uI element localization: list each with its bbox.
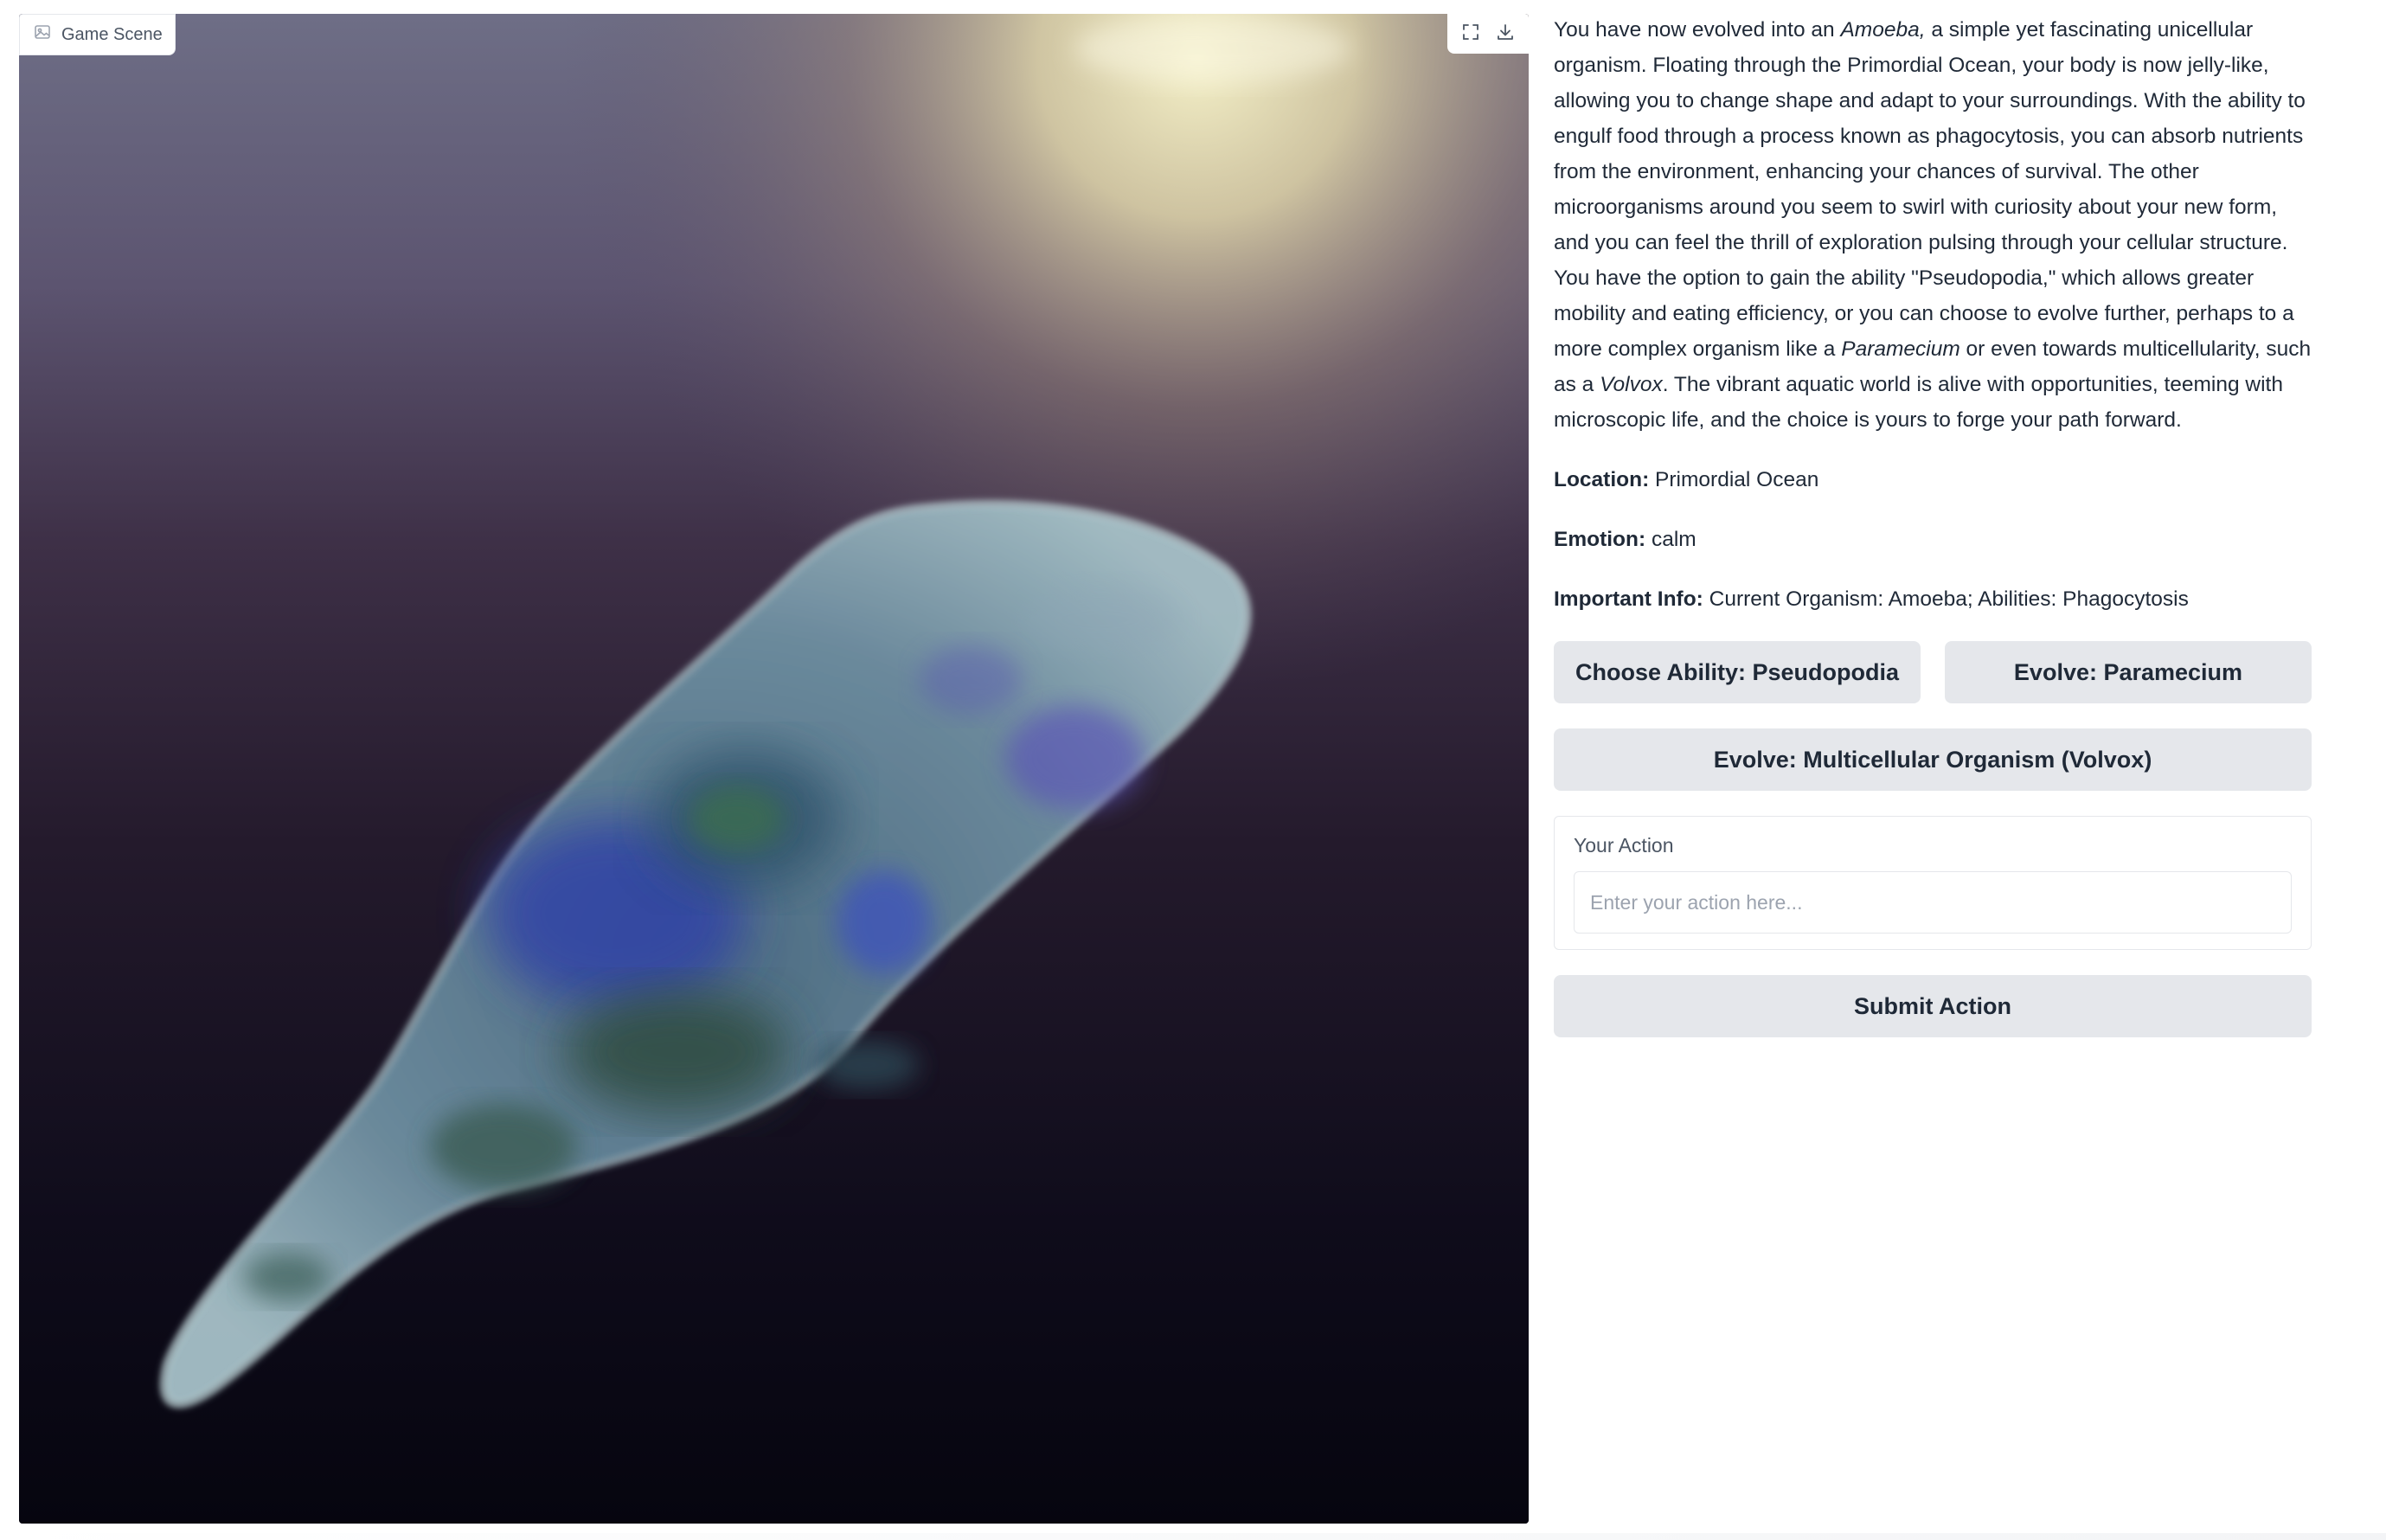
story-segment: You have now evolved into an — [1554, 18, 1841, 42]
important-info-label: Important Info: — [1554, 587, 1703, 611]
image-label-text: Game Scene — [61, 24, 163, 44]
evolve-paramecium-button[interactable]: Evolve: Paramecium — [1945, 641, 2312, 703]
bottom-strip — [0, 1533, 2386, 1540]
game-scene-panel: Game Scene — [19, 14, 1529, 1524]
story-panel: You have now evolved into an Amoeba, a s… — [1554, 12, 2312, 1037]
app-page: Game Scene You have now evolved into an … — [0, 0, 2386, 1540]
evolve-volvox-button[interactable]: Evolve: Multicellular Organism (Volvox) — [1554, 728, 2312, 791]
image-toolbar — [1447, 14, 1529, 54]
story-text: You have now evolved into an Amoeba, a s… — [1554, 12, 2312, 438]
image-icon — [34, 23, 51, 46]
image-label: Game Scene — [19, 14, 176, 55]
important-info-line: Important Info: Current Organism: Amoeba… — [1554, 581, 2312, 617]
emotion-value: calm — [1645, 528, 1696, 551]
choose-pseudopodia-button[interactable]: Choose Ability: Pseudopodia — [1554, 641, 1921, 703]
location-value: Primordial Ocean — [1649, 468, 1819, 491]
fullscreen-button[interactable] — [1454, 17, 1487, 50]
important-info-value: Current Organism: Amoeba; Abilities: Pha… — [1703, 587, 2189, 611]
download-icon — [1495, 22, 1516, 47]
action-form: Your Action — [1554, 816, 2312, 950]
emotion-label: Emotion: — [1554, 528, 1646, 551]
download-button[interactable] — [1489, 17, 1522, 50]
submit-action-button[interactable]: Submit Action — [1554, 975, 2312, 1037]
story-emphasis-amoeba: Amoeba, — [1840, 18, 1926, 42]
fullscreen-icon — [1460, 22, 1481, 47]
location-label: Location: — [1554, 468, 1650, 491]
game-scene-image — [19, 14, 1529, 1524]
story-segment: a simple yet fascinating unicellular org… — [1554, 18, 2306, 361]
story-segment: . The vibrant aquatic world is alive wit… — [1554, 373, 2283, 432]
story-emphasis-paramecium: Paramecium — [1841, 337, 1960, 361]
choice-button-row: Choose Ability: Pseudopodia Evolve: Para… — [1554, 641, 2312, 703]
emotion-line: Emotion: calm — [1554, 522, 2312, 557]
location-line: Location: Primordial Ocean — [1554, 462, 2312, 497]
action-input[interactable] — [1574, 871, 2292, 934]
story-emphasis-volvox: Volvox — [1600, 373, 1663, 396]
action-label: Your Action — [1574, 834, 1674, 857]
